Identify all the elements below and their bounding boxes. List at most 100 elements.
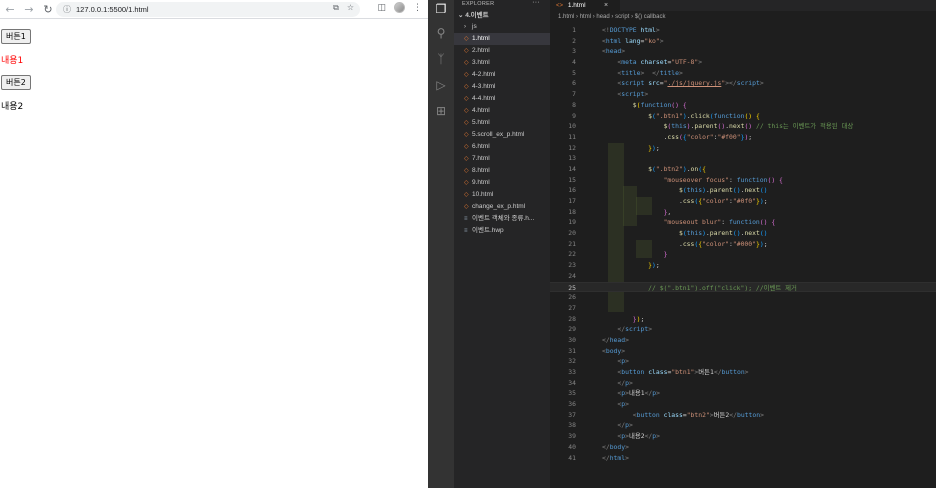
- forward-arrow-icon[interactable]: →: [21, 1, 37, 17]
- browser-toolbar: ← → ↻ ⓘ 127.0.0.1:5500/1.html ⧉ ☆ ◫ ⋮: [0, 0, 428, 19]
- code-line[interactable]: 9 $(".btn1").click(function() {: [550, 111, 936, 122]
- source-control-icon[interactable]: ᛉ: [434, 52, 448, 66]
- code-line[interactable]: 12 });: [550, 143, 936, 154]
- code-line[interactable]: 30 </head>: [550, 335, 936, 346]
- run-debug-icon[interactable]: ▷: [434, 78, 448, 92]
- code-line[interactable]: 29 </script>: [550, 324, 936, 335]
- code-line[interactable]: 37 <button class="btn2">버튼2</button>: [550, 410, 936, 421]
- code-line[interactable]: 34 </p>: [550, 378, 936, 389]
- tree-item[interactable]: ◇ 8.html: [454, 165, 550, 177]
- code-line[interactable]: 21 .css({"color":"#000"});: [550, 239, 936, 250]
- back-arrow-icon[interactable]: ←: [2, 1, 18, 17]
- breadcrumb-item[interactable]: html: [580, 14, 591, 20]
- code-line[interactable]: 23 });: [550, 260, 936, 271]
- profile-avatar[interactable]: [394, 2, 405, 13]
- tree-item[interactable]: ◇ 2.html: [454, 45, 550, 57]
- code-line[interactable]: 41 </html>: [550, 453, 936, 464]
- tree-item[interactable]: ◇ 9.html: [454, 177, 550, 189]
- line-number: 6: [572, 79, 576, 88]
- code-line[interactable]: 8 $(function() {: [550, 100, 936, 111]
- code-text: }: [663, 250, 668, 259]
- code-line[interactable]: 39 <p>내용2</p>: [550, 431, 936, 442]
- code-editor[interactable]: 1 <!DOCTYPE html> 2 <html lang="ko"> 3 <head>…: [550, 25, 936, 465]
- code-line[interactable]: 32 <p>: [550, 356, 936, 367]
- tree-item[interactable]: ◇ 4-2.html: [454, 69, 550, 81]
- folder-root[interactable]: ⌄ 4.이벤트: [454, 10, 550, 21]
- code-line[interactable]: 20 $(this).parent().next(): [550, 228, 936, 239]
- menu-kebab-icon[interactable]: ⋮: [413, 3, 422, 13]
- code-line[interactable]: 6 <script src="./js/jquery.js"></script>: [550, 78, 936, 89]
- extensions-icon[interactable]: ⊞: [434, 104, 448, 118]
- code-line[interactable]: 38 </p>: [550, 420, 936, 431]
- tree-item[interactable]: › js: [454, 21, 550, 33]
- share-icon[interactable]: ⧉: [333, 3, 339, 13]
- code-line[interactable]: 31 <body>: [550, 346, 936, 357]
- search-icon[interactable]: ⚲: [434, 26, 448, 40]
- tree-item-label: 8.html: [472, 167, 490, 174]
- code-line[interactable]: 28 });: [550, 314, 936, 325]
- html-file-icon: ◇: [464, 120, 469, 126]
- code-line[interactable]: 18 },: [550, 207, 936, 218]
- button1[interactable]: 버튼1: [1, 29, 31, 44]
- code-line[interactable]: 19 "mouseout blur": function() {: [550, 217, 936, 228]
- code-text: </head>: [602, 335, 629, 344]
- code-line[interactable]: 15 "mouseover focus": function() {: [550, 175, 936, 186]
- tree-item[interactable]: ◇ 4-3.html: [454, 81, 550, 93]
- code-line[interactable]: 3 <head>: [550, 46, 936, 57]
- tree-item[interactable]: ◇ 10.html: [454, 189, 550, 201]
- code-line[interactable]: 7 <script>: [550, 89, 936, 100]
- html-file-icon: ◇: [464, 204, 469, 210]
- code-line[interactable]: 24: [550, 271, 936, 282]
- explorer-files-icon[interactable]: ❐: [434, 2, 448, 16]
- tree-item[interactable]: ≡ 이벤트 객체와 종류.h...: [454, 213, 550, 225]
- tab-1-html[interactable]: <> 1.html ×: [550, 0, 620, 11]
- close-tab-icon[interactable]: ×: [604, 0, 608, 11]
- tree-item[interactable]: ◇ 5.html: [454, 117, 550, 129]
- code-line[interactable]: 27: [550, 303, 936, 314]
- code-line[interactable]: 4 <meta charset="UTF-8">: [550, 57, 936, 68]
- tree-item[interactable]: ◇ 1.html: [454, 33, 550, 45]
- tree-item[interactable]: ≡ 이벤트.hwp: [454, 225, 550, 237]
- code-line[interactable]: 25 // $(".btn1").off("click"); //이벤트 제거: [550, 281, 936, 293]
- breadcrumb-item[interactable]: script: [615, 14, 629, 20]
- code-line[interactable]: 36 <p>: [550, 399, 936, 410]
- reload-icon[interactable]: ↻: [40, 1, 56, 17]
- code-line[interactable]: 22 }: [550, 249, 936, 260]
- code-line[interactable]: 11 .css({"color":"#f00"});: [550, 132, 936, 143]
- tree-item[interactable]: ◇ change_ex_p.html: [454, 201, 550, 213]
- code-line[interactable]: 33 <button class="btn1">버튼1</button>: [550, 367, 936, 378]
- code-line[interactable]: 13: [550, 153, 936, 164]
- breadcrumb: 1.html › html › head › script › $() call…: [550, 11, 936, 23]
- more-actions-icon[interactable]: ···: [532, 0, 540, 7]
- breadcrumb-item[interactable]: head: [596, 14, 609, 20]
- code-line[interactable]: 17 .css({"color":"#0f0"});: [550, 196, 936, 207]
- button2[interactable]: 버튼2: [1, 75, 31, 90]
- breadcrumb-item[interactable]: 1.html: [558, 14, 574, 20]
- line-number: 17: [568, 197, 576, 205]
- code-line[interactable]: 14 $(".btn2").on({: [550, 164, 936, 175]
- code-line[interactable]: 26: [550, 292, 936, 303]
- code-line[interactable]: 40 </body>: [550, 442, 936, 453]
- tree-item[interactable]: ◇ 6.html: [454, 141, 550, 153]
- tree-item[interactable]: ◇ 5.scroll_ex_p.html: [454, 129, 550, 141]
- tree-item-label: js: [472, 23, 477, 30]
- code-line[interactable]: 16 $(this).parent().next(): [550, 185, 936, 196]
- code-text: $(function() {: [632, 100, 687, 109]
- tree-item[interactable]: ◇ 4-4.html: [454, 93, 550, 105]
- code-text: $(this).parent().next(): [678, 186, 768, 195]
- bookmark-star-icon[interactable]: ☆: [347, 3, 354, 13]
- code-text: },: [663, 207, 672, 216]
- line-number: 8: [572, 100, 576, 109]
- code-line[interactable]: 10 $(this).parent().next() // this는 이벤트가…: [550, 121, 936, 132]
- breadcrumb-item[interactable]: $() callback: [635, 14, 666, 20]
- tree-item[interactable]: ◇ 4.html: [454, 105, 550, 117]
- address-bar[interactable]: ⓘ 127.0.0.1:5500/1.html ⧉ ☆: [56, 2, 360, 17]
- tree-item[interactable]: ◇ 3.html: [454, 57, 550, 69]
- code-line[interactable]: 35 <p>내용1</p>: [550, 388, 936, 399]
- tree-item[interactable]: ◇ 7.html: [454, 153, 550, 165]
- code-line[interactable]: 2 <html lang="ko">: [550, 36, 936, 47]
- site-info-icon[interactable]: ⓘ: [60, 4, 74, 15]
- side-panel-icon[interactable]: ◫: [377, 3, 386, 13]
- code-line[interactable]: 1 <!DOCTYPE html>: [550, 25, 936, 36]
- code-line[interactable]: 5 <title> </title>: [550, 68, 936, 79]
